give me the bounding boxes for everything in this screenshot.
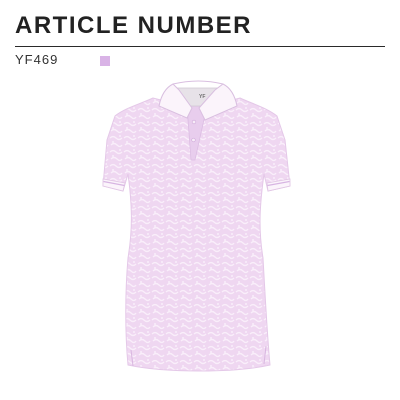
polo-shirt-image: YF (102, 80, 291, 372)
page-title: ARTICLE NUMBER (15, 12, 252, 39)
placket-button (191, 137, 196, 143)
placket-button (191, 119, 197, 125)
article-code: YF469 (15, 52, 59, 67)
collar-tag: YF (199, 94, 205, 100)
color-swatch[interactable] (100, 56, 110, 66)
title-divider (15, 46, 385, 47)
collar-band (172, 80, 224, 85)
